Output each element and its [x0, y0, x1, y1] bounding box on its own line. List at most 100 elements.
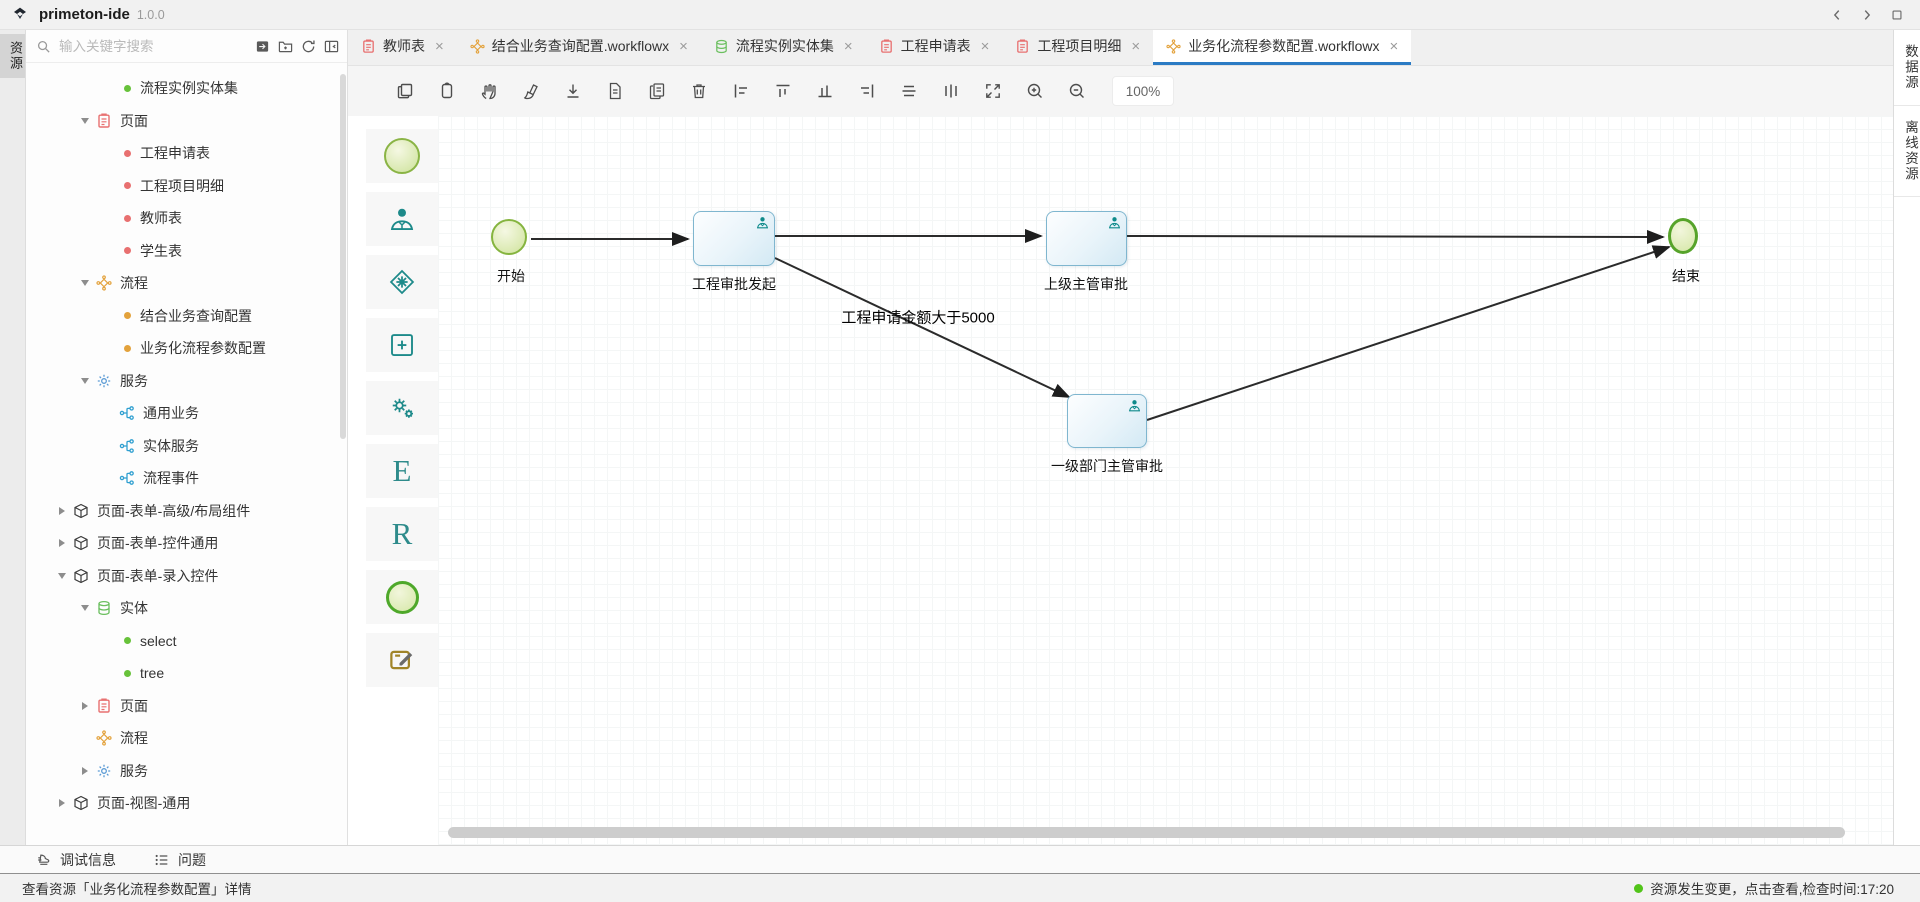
status-right[interactable]: 资源发生变更，点击查看,检查时间:17:20 — [1634, 878, 1894, 898]
tree-item[interactable]: 通用业务 — [26, 397, 347, 430]
palette-gateway[interactable] — [366, 255, 438, 309]
search-input[interactable] — [57, 38, 249, 55]
end-event-node[interactable] — [1668, 218, 1698, 254]
palette-end-event[interactable] — [366, 570, 438, 624]
doc-button[interactable] — [594, 73, 636, 109]
editor-tab[interactable]: 结合业务查询配置.workflowx× — [457, 30, 701, 65]
chevron-right-icon[interactable] — [1860, 8, 1874, 22]
tree-item[interactable]: 流程事件 — [26, 462, 347, 495]
expand-closed-icon[interactable] — [77, 767, 93, 775]
sequence-flow[interactable] — [1147, 247, 1669, 420]
palette-letter-e[interactable]: E — [366, 444, 438, 498]
tree-item[interactable]: 工程项目明细 — [26, 170, 347, 203]
zoom-out-button[interactable] — [1056, 73, 1098, 109]
user-task-node[interactable] — [1067, 394, 1147, 448]
sidebar-scrollbar[interactable] — [340, 74, 346, 439]
tree-item[interactable]: 页面-表单-高级/布局组件 — [26, 495, 347, 528]
editor-tab[interactable]: 业务化流程参数配置.workflowx× — [1153, 30, 1411, 65]
tree-item[interactable]: 服务 — [26, 365, 347, 398]
editor-tab[interactable]: 工程申请表× — [866, 30, 1003, 65]
start-event-node[interactable] — [491, 219, 527, 255]
align-top-button[interactable] — [762, 73, 804, 109]
expand-closed-icon[interactable] — [54, 507, 70, 515]
user-task-node[interactable] — [1046, 211, 1127, 266]
editor-tab[interactable]: 教师表× — [348, 30, 457, 65]
user-task-node[interactable] — [693, 211, 775, 266]
tree-item[interactable]: 实体 — [26, 592, 347, 625]
restore-icon[interactable] — [1890, 8, 1904, 22]
expand-open-icon[interactable] — [77, 280, 93, 286]
tree-item[interactable]: 流程 — [26, 267, 347, 300]
align-right-button[interactable] — [846, 73, 888, 109]
tree-item[interactable]: 学生表 — [26, 235, 347, 268]
copy-button[interactable] — [384, 73, 426, 109]
palette-subprocess[interactable] — [366, 318, 438, 372]
docs-button[interactable] — [636, 73, 678, 109]
align-middle-button[interactable] — [888, 73, 930, 109]
brush-button[interactable] — [510, 73, 552, 109]
palette-start-event[interactable] — [366, 129, 438, 183]
zoom-level[interactable]: 100% — [1112, 76, 1174, 106]
palette-letter-r[interactable]: R — [366, 507, 438, 561]
collapse-icon[interactable] — [324, 39, 339, 54]
expand-open-icon[interactable] — [54, 573, 70, 579]
workflow-canvas[interactable]: 开始工程审批发起上级主管审批一级部门主管审批结束工程申请金额大于5000 — [438, 116, 1893, 845]
close-icon[interactable]: × — [981, 39, 990, 54]
rail-tab[interactable]: 离线资源 — [1894, 106, 1920, 197]
tree-item[interactable]: 结合业务查询配置 — [26, 300, 347, 333]
download-button[interactable] — [552, 73, 594, 109]
align-left-button[interactable] — [720, 73, 762, 109]
chevron-left-icon[interactable] — [1830, 8, 1844, 22]
expand-open-icon[interactable] — [77, 378, 93, 384]
close-icon[interactable]: × — [1390, 39, 1399, 54]
tree-item[interactable]: 页面-表单-录入控件 — [26, 560, 347, 593]
editor-tab[interactable]: 工程项目明细× — [1002, 30, 1153, 65]
tree-item[interactable]: tree — [26, 657, 347, 690]
expand-open-icon[interactable] — [77, 605, 93, 611]
tree-item[interactable]: 流程 — [26, 722, 347, 755]
close-icon[interactable]: × — [435, 39, 444, 54]
tree-item[interactable]: 教师表 — [26, 202, 347, 235]
rail-tab-resources[interactable]: 资源 — [0, 34, 25, 78]
expand-closed-icon[interactable] — [54, 799, 70, 807]
trash-button[interactable] — [678, 73, 720, 109]
tree-item[interactable]: 实体服务 — [26, 430, 347, 463]
distribute-button[interactable] — [930, 73, 972, 109]
bottom-panel-item[interactable]: 调试信息 — [36, 850, 116, 870]
palette-annotation[interactable] — [366, 633, 438, 687]
tree-item[interactable]: 工程申请表 — [26, 137, 347, 170]
editor-tab[interactable]: 流程实例实体集× — [701, 30, 866, 65]
close-icon[interactable]: × — [844, 39, 853, 54]
tree-item[interactable]: 流程实例实体集 — [26, 72, 347, 105]
zoom-in-button[interactable] — [1014, 73, 1056, 109]
rail-tab[interactable]: 数据源 — [1894, 30, 1920, 106]
expand-open-icon[interactable] — [77, 118, 93, 124]
palette-user-task[interactable] — [366, 192, 438, 246]
close-icon[interactable]: × — [679, 39, 688, 54]
sequence-flow[interactable] — [1127, 236, 1663, 237]
package-icon — [73, 503, 89, 519]
hand-button[interactable] — [468, 73, 510, 109]
clipboard-button[interactable] — [426, 73, 468, 109]
fit-button[interactable] — [972, 73, 1014, 109]
palette-service-task[interactable] — [366, 381, 438, 435]
tree-item[interactable]: 业务化流程参数配置 — [26, 332, 347, 365]
sequence-flow[interactable] — [775, 258, 1069, 397]
tree-item[interactable]: select — [26, 625, 347, 658]
status-left-text[interactable]: 查看资源「业务化流程参数配置」详情 — [22, 878, 252, 898]
expand-closed-icon[interactable] — [77, 702, 93, 710]
refresh-icon[interactable] — [301, 39, 316, 54]
tree-item[interactable]: 服务 — [26, 755, 347, 788]
tree-item[interactable]: 页面 — [26, 690, 347, 723]
expand-closed-icon[interactable] — [54, 539, 70, 547]
folder-icon[interactable] — [278, 39, 293, 54]
bullet-icon — [124, 670, 131, 677]
tree-item[interactable]: 页面-表单-控件通用 — [26, 527, 347, 560]
bottom-panel-item[interactable]: 问题 — [154, 850, 206, 870]
close-icon[interactable]: × — [1131, 39, 1140, 54]
tree-item[interactable]: 页面 — [26, 105, 347, 138]
tree-item[interactable]: 页面-视图-通用 — [26, 787, 347, 820]
import-icon[interactable] — [255, 39, 270, 54]
canvas-h-scrollbar[interactable] — [448, 827, 1845, 838]
align-bottom-button[interactable] — [804, 73, 846, 109]
